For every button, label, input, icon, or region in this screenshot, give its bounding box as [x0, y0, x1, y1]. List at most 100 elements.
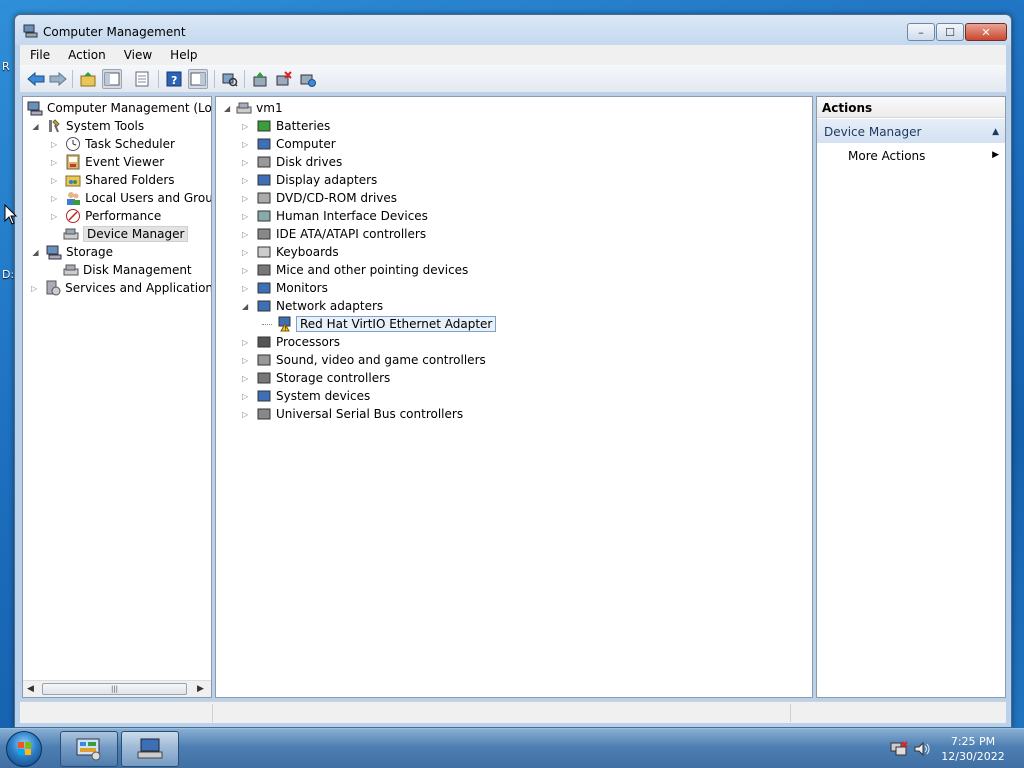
- expand-icon[interactable]: ▷: [242, 248, 250, 257]
- device-category-keyboards[interactable]: ▷ Keyboards: [242, 243, 339, 261]
- expand-icon[interactable]: ▷: [242, 176, 250, 185]
- expand-icon[interactable]: ▷: [51, 158, 57, 167]
- device-category-dvd-rom-drives[interactable]: ▷ DVD/CD-ROM drives: [242, 189, 397, 207]
- collapse-up-icon[interactable]: ▲: [992, 127, 999, 137]
- scan-hardware-changes-icon[interactable]: [220, 69, 240, 89]
- enable-device-icon[interactable]: [298, 69, 318, 89]
- device-category-display-adapters[interactable]: ▷ Display adapters: [242, 171, 377, 189]
- scroll-right-icon[interactable]: ▶: [197, 684, 204, 694]
- tree-label: IDE ATA/ATAPI controllers: [276, 227, 427, 241]
- more-actions-link[interactable]: More Actions: [848, 149, 925, 163]
- expand-icon[interactable]: ▷: [51, 176, 57, 185]
- device-category-network-adapters[interactable]: ◢ Network adapters: [242, 297, 383, 315]
- uninstall-device-icon[interactable]: [274, 69, 294, 89]
- title-bar[interactable]: Computer Management – ☐ ✕: [15, 15, 1011, 45]
- expand-icon[interactable]: ▷: [242, 284, 250, 293]
- expand-icon[interactable]: ▷: [242, 356, 250, 365]
- device-red-hat-virtio-ethernet-adapter[interactable]: ! Red Hat VirtIO Ethernet Adapter: [262, 315, 497, 333]
- collapse-icon[interactable]: ◢: [31, 122, 40, 131]
- tree-item-system-tools[interactable]: ◢ System Tools: [31, 117, 144, 135]
- menu-help[interactable]: Help: [160, 48, 205, 62]
- tree-item-storage[interactable]: ◢ Storage: [31, 243, 113, 261]
- computer-management-icon: [27, 101, 43, 116]
- menu-action[interactable]: Action: [58, 48, 114, 62]
- expand-icon[interactable]: ▷: [242, 194, 250, 203]
- help-icon[interactable]: ?: [164, 69, 184, 89]
- up-folder-icon[interactable]: [78, 69, 98, 89]
- start-button[interactable]: [6, 731, 42, 767]
- device-category-mice[interactable]: ▷ Mice and other pointing devices: [242, 261, 468, 279]
- forward-arrow-icon[interactable]: [48, 69, 68, 89]
- actions-section-device-manager[interactable]: Device Manager ▲: [817, 119, 1005, 143]
- expand-icon[interactable]: ▷: [242, 392, 250, 401]
- device-category-disk-drives[interactable]: ▷ Disk drives: [242, 153, 342, 171]
- desktop-edge-text: D:: [2, 268, 15, 281]
- tree-item-task-scheduler[interactable]: ▷ Task Scheduler: [51, 135, 175, 153]
- taskbar-computer-management-button[interactable]: [121, 731, 179, 767]
- tree-item-event-viewer[interactable]: ▷ Event Viewer: [51, 153, 164, 171]
- scrollbar-thumb[interactable]: |||: [42, 683, 187, 695]
- expand-icon[interactable]: ▷: [242, 122, 250, 131]
- device-category-human-interface-devices[interactable]: ▷ Human Interface Devices: [242, 207, 428, 225]
- expand-icon[interactable]: ▷: [51, 194, 57, 203]
- submenu-arrow-icon[interactable]: ▶: [992, 150, 999, 160]
- services-icon: [46, 280, 61, 296]
- expand-icon[interactable]: ▷: [242, 212, 250, 221]
- expand-icon[interactable]: ▷: [242, 140, 250, 149]
- tree-label: Task Scheduler: [85, 137, 175, 151]
- close-button[interactable]: ✕: [965, 23, 1007, 41]
- tree-item-services-and-applications[interactable]: ▷ Services and Applications: [31, 279, 211, 297]
- minimize-button[interactable]: –: [907, 23, 935, 41]
- tree-item-performance[interactable]: ▷ Performance: [51, 207, 161, 225]
- expand-icon[interactable]: ▷: [242, 410, 250, 419]
- expand-icon[interactable]: ▷: [242, 338, 250, 347]
- update-driver-icon[interactable]: [250, 69, 270, 89]
- expand-icon[interactable]: ▷: [242, 266, 250, 275]
- expand-icon[interactable]: ▷: [242, 158, 250, 167]
- collapse-icon[interactable]: ◢: [224, 104, 230, 113]
- device-category-sound-video-game-controllers[interactable]: ▷ Sound, video and game controllers: [242, 351, 486, 369]
- scroll-left-icon[interactable]: ◀: [27, 684, 34, 694]
- tree-item-device-manager[interactable]: Device Manager: [63, 225, 189, 243]
- windows-logo-icon: [18, 742, 31, 755]
- menu-file[interactable]: File: [20, 48, 58, 62]
- expand-icon[interactable]: ▷: [242, 374, 250, 383]
- back-arrow-icon[interactable]: [26, 69, 46, 89]
- tree-item-shared-folders[interactable]: ▷ Shared Folders: [51, 171, 175, 189]
- taskbar-control-panel-button[interactable]: [60, 731, 118, 767]
- speaker-icon[interactable]: [913, 741, 931, 757]
- device-category-ide-controllers[interactable]: ▷ IDE ATA/ATAPI controllers: [242, 225, 426, 243]
- expand-icon[interactable]: ▷: [51, 212, 57, 221]
- collapse-icon[interactable]: ◢: [242, 302, 250, 311]
- system-clock[interactable]: 7:25 PM 12/30/2022: [938, 734, 1008, 764]
- tree-label: Computer Management (Local: [47, 101, 212, 115]
- horizontal-scrollbar[interactable]: ◀ ||| ▶: [23, 680, 211, 697]
- hid-icon: [257, 210, 271, 222]
- dvd-drive-icon: [257, 192, 271, 204]
- expand-icon[interactable]: ▷: [31, 284, 37, 293]
- tree-root-computer-management[interactable]: Computer Management (Local: [27, 99, 212, 117]
- device-category-storage-controllers[interactable]: ▷ Storage controllers: [242, 369, 390, 387]
- device-category-system-devices[interactable]: ▷ System devices: [242, 387, 370, 405]
- tree-label: Performance: [85, 209, 162, 223]
- collapse-icon[interactable]: ◢: [31, 248, 40, 257]
- expand-icon[interactable]: ▷: [242, 230, 250, 239]
- network-icon[interactable]: [890, 741, 908, 757]
- expand-icon[interactable]: ▷: [51, 140, 57, 149]
- tree-label: Monitors: [276, 281, 328, 295]
- device-category-usb-controllers[interactable]: ▷ Universal Serial Bus controllers: [242, 405, 463, 423]
- properties-icon[interactable]: [132, 69, 152, 89]
- device-category-computer[interactable]: ▷ Computer: [242, 135, 336, 153]
- monitor-icon: [257, 282, 271, 294]
- device-category-processors[interactable]: ▷ Processors: [242, 333, 340, 351]
- show-hide-console-tree-icon[interactable]: [102, 69, 122, 89]
- device-category-batteries[interactable]: ▷ Batteries: [242, 117, 330, 135]
- tree-item-disk-management[interactable]: Disk Management: [63, 261, 192, 279]
- show-hide-action-pane-icon[interactable]: [188, 69, 208, 89]
- menu-view[interactable]: View: [114, 48, 160, 62]
- device-category-monitors[interactable]: ▷ Monitors: [242, 279, 328, 297]
- device-tree-root[interactable]: ◢ vm1: [224, 99, 283, 117]
- tree-item-local-users[interactable]: ▷ Local Users and Groups: [51, 189, 211, 207]
- maximize-button[interactable]: ☐: [936, 23, 964, 41]
- device-tree-pane: ◢ vm1 ▷ Batteries ▷ Computer ▷ Disk drives ▷ Di…: [215, 96, 813, 698]
